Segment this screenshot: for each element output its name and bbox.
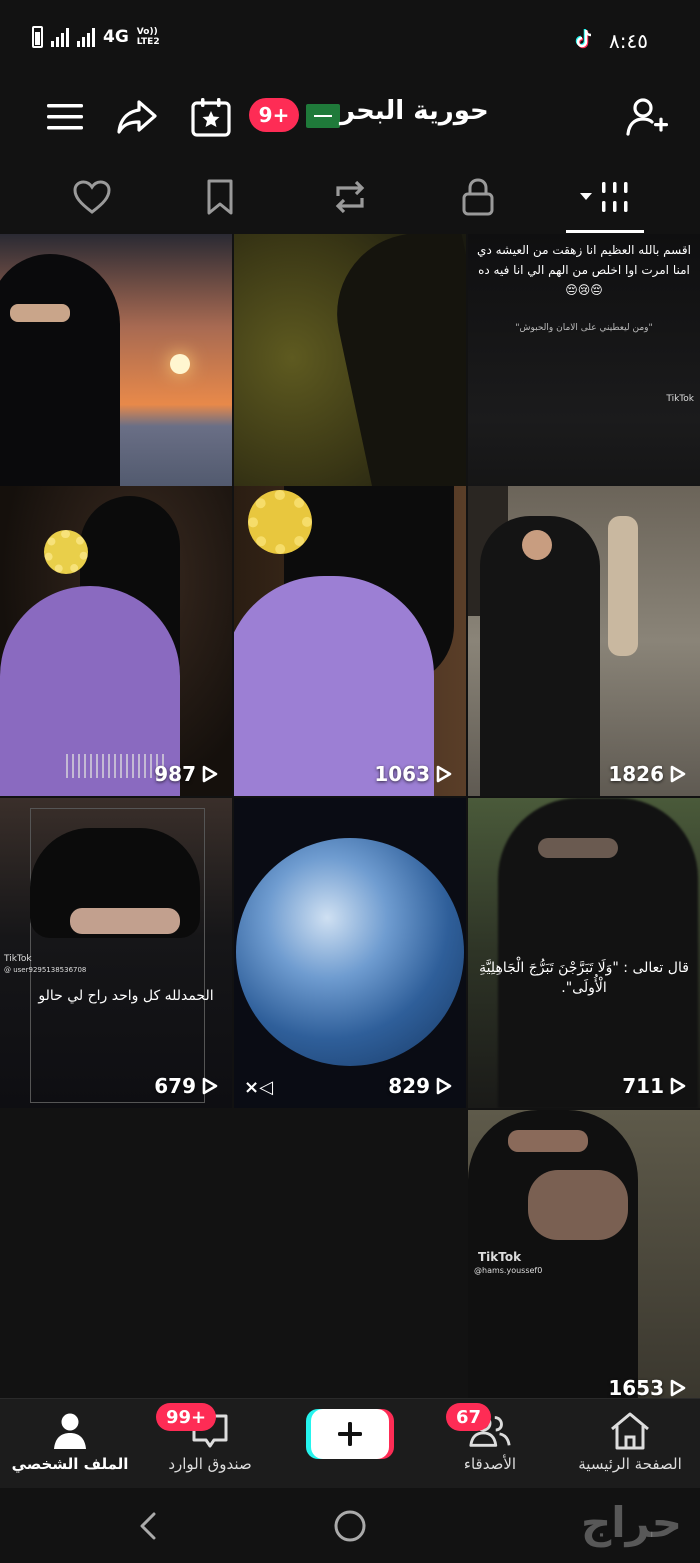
view-count: 711 — [622, 1074, 686, 1098]
grid-icon — [578, 179, 634, 219]
friends-badge: 67 — [446, 1403, 492, 1431]
signal-2-icon — [77, 27, 95, 47]
play-icon — [202, 1077, 218, 1095]
nav-inbox[interactable]: 99+ صندوق الوارد — [140, 1399, 280, 1489]
view-count-text: 1826 — [608, 762, 664, 786]
video-thumbnail[interactable]: TikTok @hams.youssef0 1653 — [468, 1110, 700, 1398]
tab-private[interactable] — [448, 174, 508, 224]
video-overlay-text: قال تعالى : "وَلَا تَبَرَّجْنَ تَبَرُّجَ… — [479, 960, 689, 996]
tiktok-watermark-user: @hams.youssef0 — [474, 1266, 543, 1275]
video-thumbnail[interactable]: ×◁ 829 — [234, 798, 466, 1108]
video-thumbnail[interactable]: 987 — [0, 486, 232, 796]
video-thumbnail[interactable]: 1063 — [234, 486, 466, 796]
play-icon — [202, 765, 218, 783]
status-indicators: 4G Vo)) LTE2 — [32, 26, 163, 48]
view-count-text: 711 — [622, 1074, 664, 1098]
video-thumbnail[interactable]: 1826 — [468, 486, 700, 796]
haraj-watermark: حراج — [580, 1498, 682, 1547]
view-count: 987 — [154, 762, 218, 786]
profile-header: 9+ حورية البحر — [0, 82, 700, 154]
view-count: 829 — [388, 1074, 452, 1098]
view-count-text: 829 — [388, 1074, 430, 1098]
heart-icon — [72, 179, 112, 219]
nav-home-label: الصفحة الرئيسية — [578, 1455, 682, 1473]
volte-indicator: Vo)) LTE2 — [136, 27, 160, 47]
active-tab-indicator — [566, 230, 644, 233]
play-icon — [436, 765, 452, 783]
calendar-star-icon[interactable] — [186, 92, 236, 142]
play-icon — [670, 1077, 686, 1095]
tab-videos[interactable] — [572, 174, 640, 224]
video-overlay-text: الحمدلله كل واحد راح لي حالو — [38, 988, 214, 1004]
mute-icon[interactable]: ×◁ — [244, 1077, 273, 1098]
circle-home-icon[interactable] — [332, 1508, 368, 1544]
add-person-icon[interactable] — [622, 92, 672, 142]
clock: ٨:٤٥ — [609, 29, 648, 53]
share-arrow-icon[interactable] — [112, 92, 162, 142]
profile-tabs — [0, 164, 700, 234]
nav-inbox-label: صندوق الوارد — [168, 1455, 252, 1473]
tiktok-icon — [575, 28, 595, 54]
battery-icon — [32, 26, 43, 48]
video-thumbnail[interactable]: قال تعالى : "وَلَا تَبَرَّجْنَ تَبَرُّجَ… — [468, 798, 700, 1108]
lock-icon — [461, 177, 495, 221]
plus-icon — [338, 1422, 362, 1446]
status-bar: 4G Vo)) LTE2 ٨:٤٥ — [0, 0, 700, 82]
system-navigation: حراج — [0, 1488, 700, 1563]
bottom-navigation: الملف الشخصي 99+ صندوق الوارد 67 الأصدقا… — [0, 1398, 700, 1488]
notification-badge: 9+ — [249, 98, 299, 132]
nav-friends-label: الأصدقاء — [463, 1455, 517, 1473]
create-button[interactable] — [311, 1409, 389, 1459]
play-icon — [670, 1379, 686, 1397]
view-count-text: 987 — [154, 762, 196, 786]
network-type: 4G — [103, 27, 129, 47]
saudi-flag-icon — [306, 104, 340, 128]
nav-home[interactable]: الصفحة الرئيسية — [560, 1399, 700, 1489]
view-count-text: 679 — [154, 1074, 196, 1098]
video-overlay-text: اقسم بالله العظيم انا زهقت من العيشه دي … — [477, 243, 691, 297]
tab-favorites[interactable] — [190, 174, 250, 224]
view-count-text: 1063 — [374, 762, 430, 786]
video-caption: "ومن ليعطيني على الامان والحبوش" — [515, 323, 653, 333]
tiktok-watermark-user: @ user9295138536708 — [4, 966, 87, 974]
nav-friends[interactable]: 67 الأصدقاء — [420, 1399, 560, 1489]
view-count: 1063 — [374, 762, 452, 786]
play-icon — [670, 765, 686, 783]
nav-profile[interactable]: الملف الشخصي — [0, 1399, 140, 1489]
tiktok-watermark: TikTok — [666, 394, 694, 404]
nav-profile-label: الملف الشخصي — [11, 1455, 129, 1473]
back-chevron-icon[interactable] — [130, 1508, 166, 1544]
profile-username[interactable]: حورية البحر — [340, 96, 489, 126]
view-count: 679 — [154, 1074, 218, 1098]
video-thumbnail[interactable]: TikTok @ user9295138536708 الحمدلله كل و… — [0, 798, 232, 1108]
bookmark-icon — [204, 178, 236, 220]
profile-icon — [48, 1411, 92, 1451]
view-count-text: 1653 — [608, 1376, 664, 1398]
tiktok-watermark: TikTok — [4, 954, 32, 964]
repost-icon — [330, 178, 370, 220]
home-icon — [608, 1411, 652, 1451]
tab-liked[interactable] — [62, 174, 122, 224]
play-icon — [436, 1077, 452, 1095]
tab-reposts[interactable] — [320, 174, 380, 224]
signal-icon — [51, 27, 69, 47]
hamburger-menu-icon[interactable] — [40, 92, 90, 142]
tiktok-watermark: TikTok — [478, 1250, 522, 1264]
view-count: 1826 — [608, 762, 686, 786]
view-count: 1653 — [608, 1376, 686, 1398]
inbox-badge: 99+ — [156, 1403, 217, 1431]
